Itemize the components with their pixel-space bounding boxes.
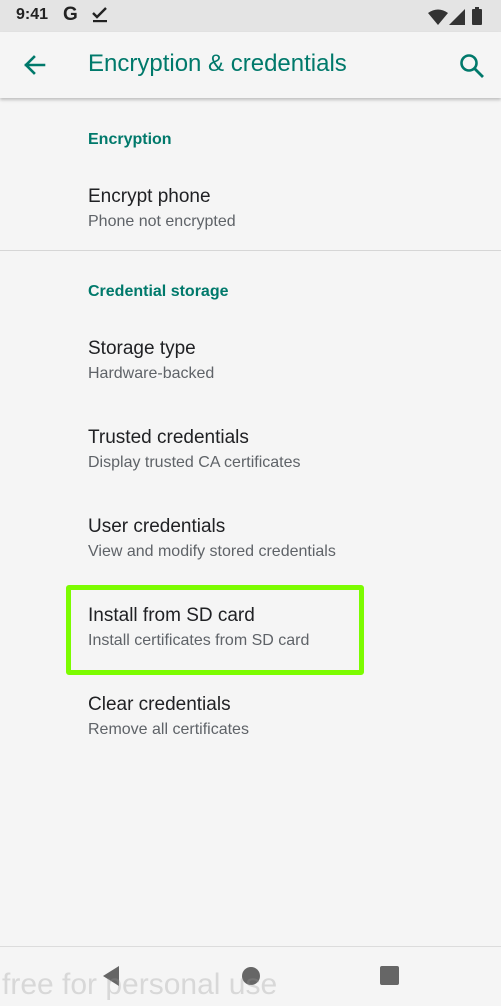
search-button[interactable] [455, 49, 489, 83]
wifi-icon [428, 9, 448, 30]
pref-summary: Phone not encrypted [88, 213, 236, 230]
status-time: 9:41 [16, 6, 49, 23]
search-icon [460, 54, 484, 78]
section-header-credential-storage: Credential storage [88, 283, 229, 300]
navigation-bar [0, 946, 501, 1006]
pref-summary: View and modify stored credentials [88, 543, 336, 560]
recents-icon[interactable] [380, 966, 399, 990]
status-bar: 9:41 G [0, 0, 501, 32]
section-divider [0, 250, 501, 251]
battery-icon [472, 7, 482, 30]
app-bar: Encryption & credentials [0, 32, 501, 98]
pref-title: Clear credentials [88, 694, 231, 715]
pref-encrypt-phone[interactable]: Encrypt phone Phone not encrypted [0, 186, 501, 270]
nav-back-icon[interactable] [101, 965, 121, 992]
pref-summary: Remove all certificates [88, 721, 249, 738]
pref-title: Encrypt phone [88, 186, 211, 207]
section-header-encryption: Encryption [88, 131, 172, 148]
pref-title: User credentials [88, 516, 226, 537]
pref-trusted-credentials[interactable]: Trusted credentials Display trusted CA c… [0, 427, 501, 511]
pref-clear-credentials[interactable]: Clear credentials Remove all certificate… [0, 694, 501, 778]
google-icon: G [63, 4, 78, 25]
pref-summary: Hardware-backed [88, 365, 215, 382]
page-title: Encryption & credentials [88, 50, 347, 77]
arrow-back-icon [24, 55, 46, 75]
pref-title: Trusted credentials [88, 427, 249, 448]
pref-storage-type[interactable]: Storage type Hardware-backed [0, 338, 501, 422]
signal-icon [449, 9, 465, 30]
back-button[interactable] [16, 49, 52, 81]
home-icon[interactable] [241, 966, 261, 991]
check-icon [92, 7, 108, 28]
pref-summary: Display trusted CA certificates [88, 454, 301, 471]
pref-title: Storage type [88, 338, 196, 359]
highlight-box [66, 585, 364, 675]
